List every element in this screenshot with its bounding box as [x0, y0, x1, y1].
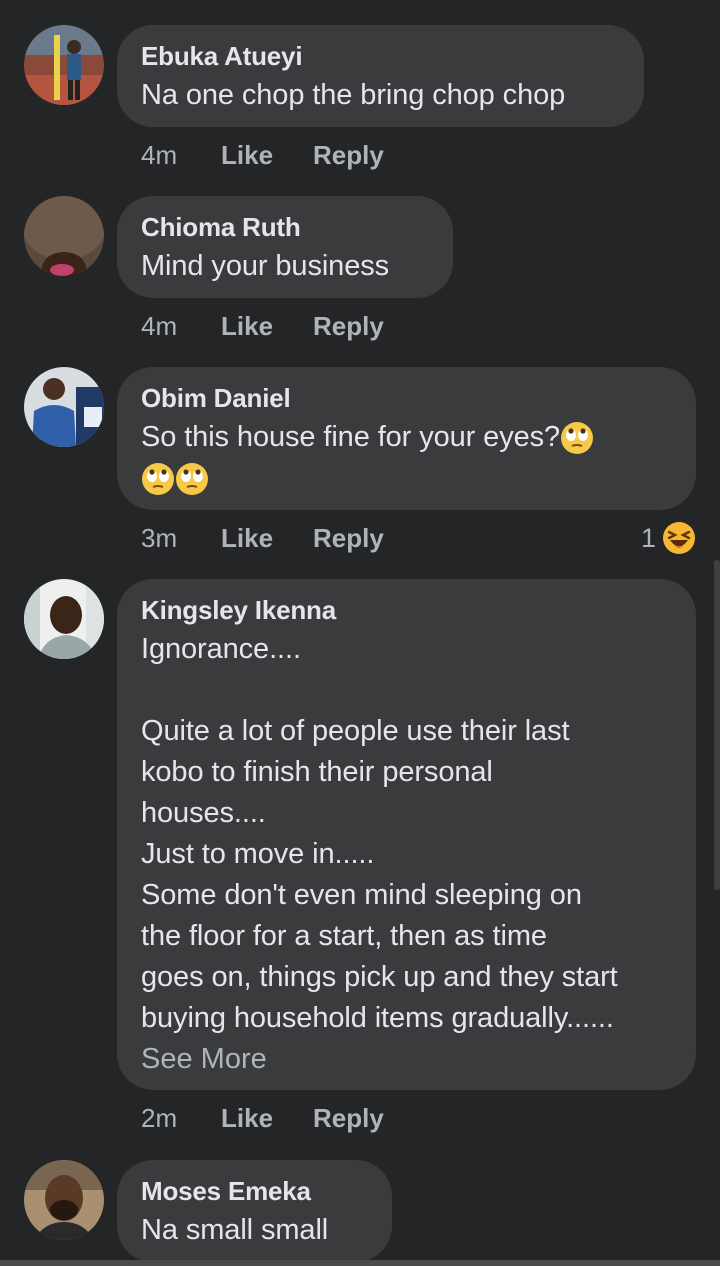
avatar-photo: [24, 367, 104, 447]
comment-timestamp[interactable]: 4m: [141, 311, 221, 342]
like-button[interactable]: Like: [221, 523, 313, 554]
comment-text: So this house fine for your eyes?: [141, 417, 672, 499]
comment-bubble: Chioma Ruth Mind your business: [117, 196, 453, 298]
laughing-face-icon: [662, 521, 696, 555]
comment-timestamp[interactable]: 3m: [141, 523, 221, 554]
avatar-photo: [24, 196, 104, 276]
reaction-summary[interactable]: 1: [641, 518, 696, 558]
comment-actions: 4m Like Reply: [141, 135, 384, 175]
scrollbar[interactable]: [714, 560, 720, 890]
avatar-photo: [24, 1160, 104, 1240]
avatar[interactable]: [24, 196, 104, 276]
comment-actions: 4m Like Reply: [141, 306, 384, 346]
comment-actions: 2m Like Reply: [141, 1098, 384, 1138]
reply-button[interactable]: Reply: [313, 311, 384, 342]
comment-bubble: Obim Daniel So this house fine for your …: [117, 367, 696, 510]
avatar[interactable]: [24, 25, 104, 105]
comment-author[interactable]: Obim Daniel: [141, 381, 672, 415]
comment-text-body: So this house fine for your eyes?: [141, 421, 561, 453]
comment-bubble: Kingsley Ikenna Ignorance.... Quite a lo…: [117, 579, 696, 1090]
comment-actions: 3m Like Reply: [141, 518, 384, 558]
comment-bubble: Moses Emeka Na small small: [117, 1160, 392, 1262]
comment-author[interactable]: Chioma Ruth: [141, 210, 429, 244]
avatar-photo: [24, 579, 104, 659]
rolling-eyes-emoji-icon: [560, 421, 594, 455]
comment-text: Ignorance.... Quite a lot of people use …: [141, 633, 618, 1034]
comment-author[interactable]: Ebuka Atueyi: [141, 39, 620, 73]
comment-text: Mind your business: [141, 250, 390, 282]
like-button[interactable]: Like: [221, 140, 313, 171]
comment-timestamp[interactable]: 2m: [141, 1103, 221, 1134]
avatar[interactable]: [24, 367, 104, 447]
comment-author[interactable]: Moses Emeka: [141, 1174, 368, 1208]
comment-author[interactable]: Kingsley Ikenna: [141, 593, 672, 627]
reply-button[interactable]: Reply: [313, 523, 384, 554]
comment-timestamp[interactable]: 4m: [141, 140, 221, 171]
avatar-photo: [24, 25, 104, 105]
comment-bubble: Ebuka Atueyi Na one chop the bring chop …: [117, 25, 644, 127]
reply-button[interactable]: Reply: [313, 1103, 384, 1134]
avatar[interactable]: [24, 1160, 104, 1240]
rolling-eyes-emoji-icon: [141, 462, 175, 496]
like-button[interactable]: Like: [221, 1103, 313, 1134]
rolling-eyes-emoji-icon: [175, 462, 209, 496]
see-more-link[interactable]: See More: [141, 1039, 672, 1079]
reply-button[interactable]: Reply: [313, 140, 384, 171]
comment-text: Na one chop the bring chop chop: [141, 79, 566, 111]
reaction-count: 1: [640, 522, 656, 553]
like-button[interactable]: Like: [221, 311, 313, 342]
comment-text: Na small small: [141, 1214, 329, 1246]
bottom-divider: [0, 1260, 720, 1266]
avatar[interactable]: [24, 579, 104, 659]
